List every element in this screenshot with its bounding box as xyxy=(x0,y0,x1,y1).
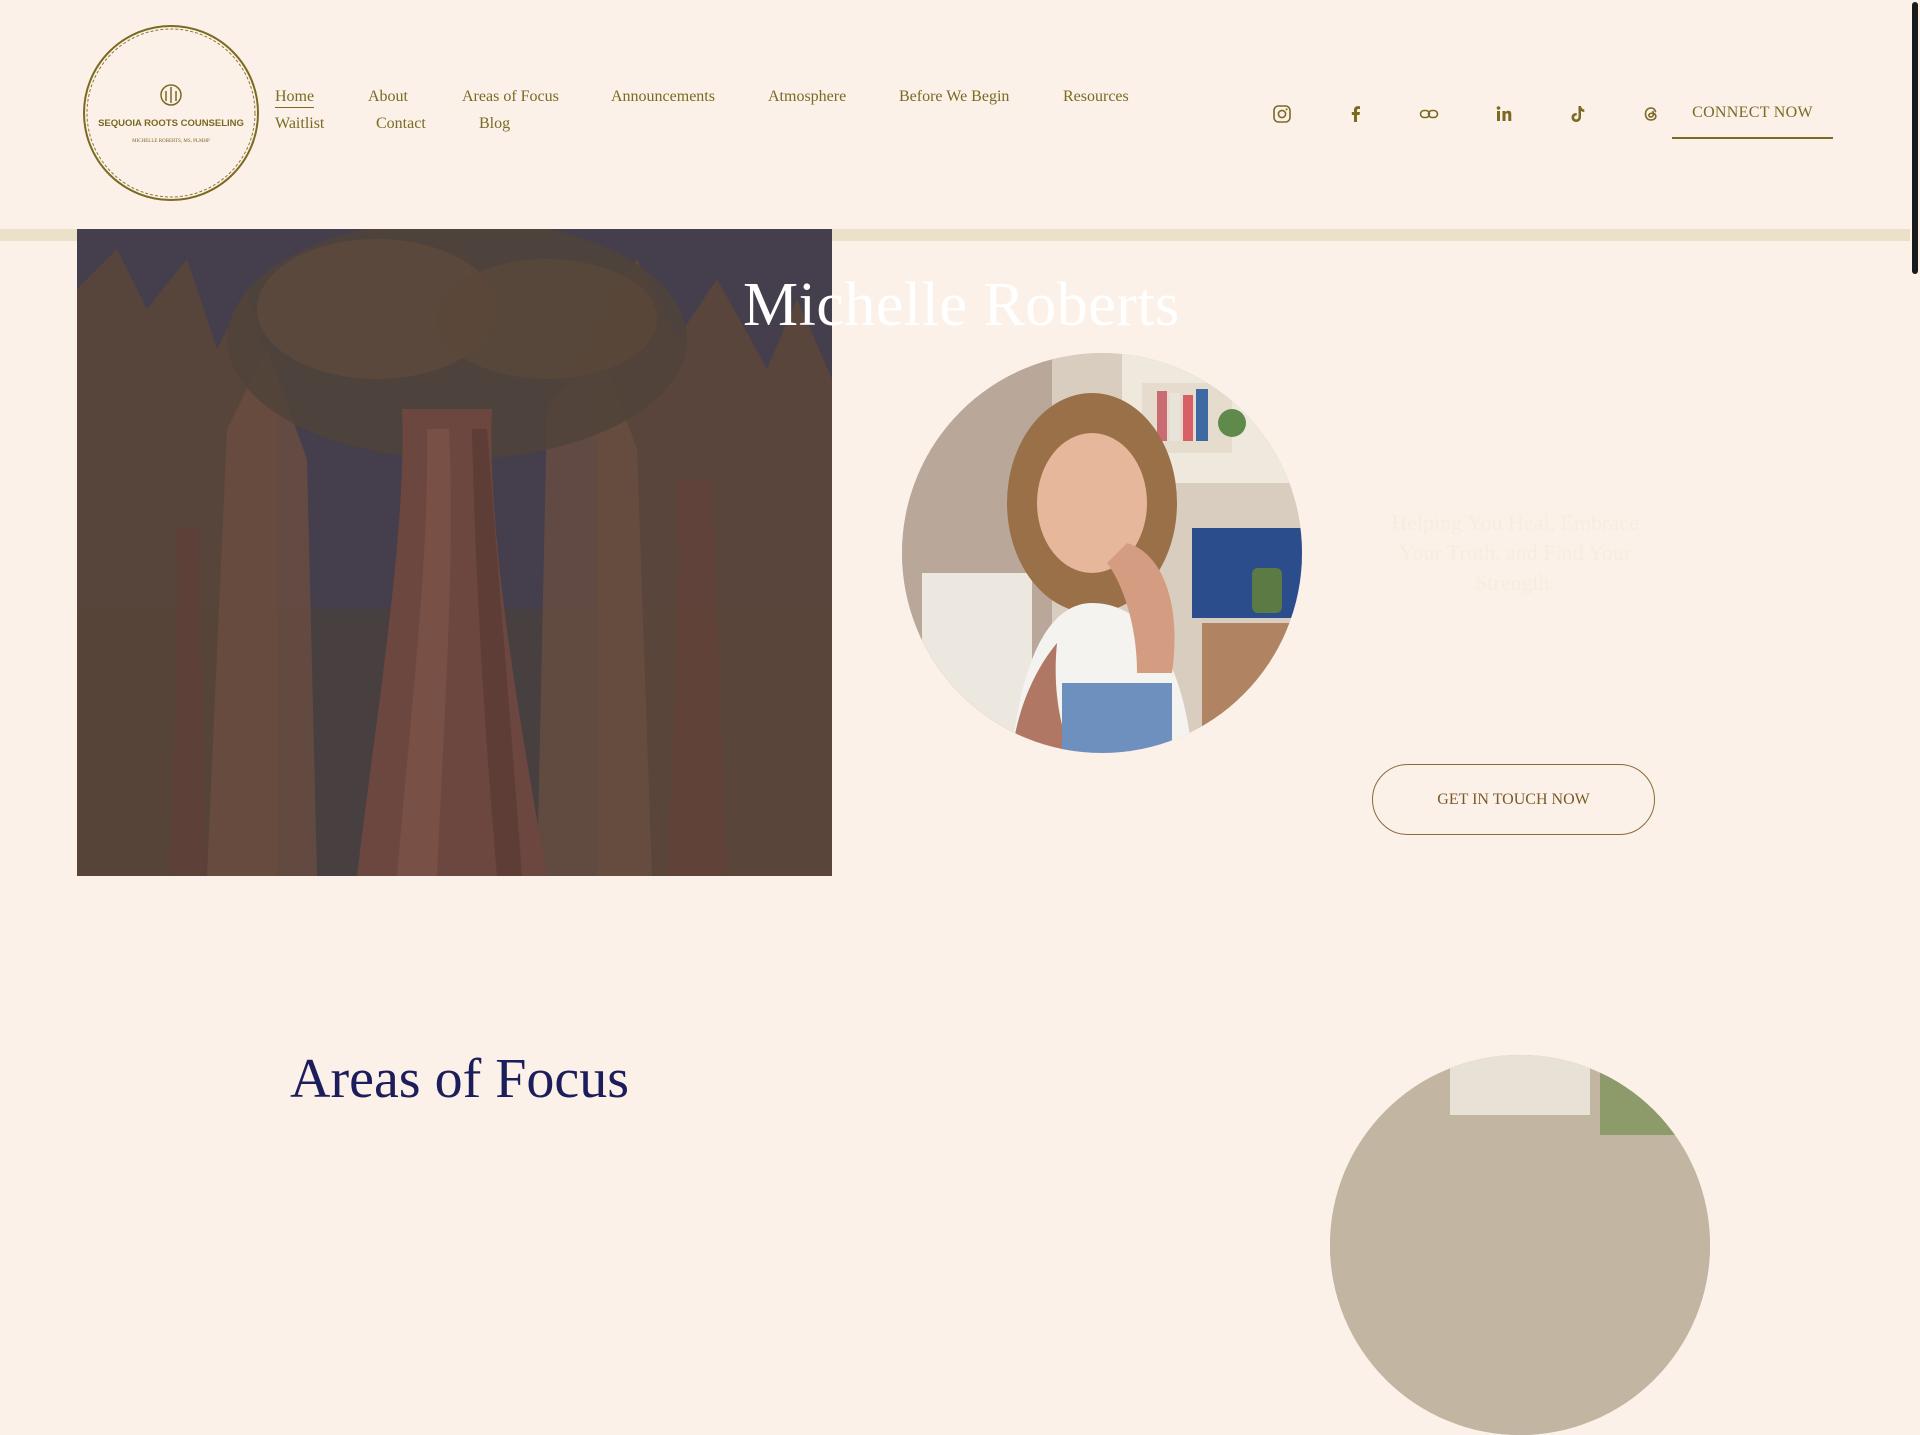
threads-icon[interactable] xyxy=(1641,104,1663,126)
nav-about[interactable]: About xyxy=(368,88,408,106)
nav-blog[interactable]: Blog xyxy=(479,115,510,133)
nav-row-1: Home About Areas of Focus Announcements … xyxy=(275,88,1175,115)
nav-home[interactable]: Home xyxy=(275,88,315,108)
get-in-touch-button[interactable]: GET IN TOUCH NOW xyxy=(1372,764,1655,835)
site-logo[interactable]: SEQUOIA ROOTS COUNSELING MICHELLE ROBERT… xyxy=(80,22,262,204)
scrollbar-thumb[interactable] xyxy=(1912,2,1918,274)
therapist-portrait xyxy=(902,353,1302,753)
areas-of-focus-image xyxy=(1330,1055,1710,1435)
logo-subtitle: MICHELLE ROBERTS, MS, PLMHP xyxy=(132,139,210,144)
nav-waitlist[interactable]: Waitlist xyxy=(275,115,324,133)
nav-resources[interactable]: Resources xyxy=(1063,88,1129,106)
hero-title: Michelle Roberts xyxy=(743,271,1180,339)
linkedin-icon[interactable] xyxy=(1494,104,1516,126)
nav-areas-of-focus[interactable]: Areas of Focus xyxy=(462,88,559,106)
nav-contact[interactable]: Contact xyxy=(376,115,426,133)
logo-emblem: SEQUOIA ROOTS COUNSELING MICHELLE ROBERT… xyxy=(83,25,259,201)
site-header: SEQUOIA ROOTS COUNSELING MICHELLE ROBERT… xyxy=(0,0,1910,229)
instagram-icon[interactable] xyxy=(1272,104,1294,126)
main-nav: Home About Areas of Focus Announcements … xyxy=(275,88,1175,142)
logo-name: SEQUOIA ROOTS COUNSELING xyxy=(98,118,244,129)
tiktok-icon[interactable] xyxy=(1567,104,1589,126)
nav-before-we-begin[interactable]: Before We Begin xyxy=(899,88,1009,106)
nav-announcements[interactable]: Announcements xyxy=(611,88,715,106)
facebook-icon[interactable] xyxy=(1346,104,1368,126)
nav-row-2: Waitlist Contact Blog xyxy=(275,115,1175,142)
hero-sequoia-image xyxy=(77,229,832,876)
link-icon[interactable] xyxy=(1419,104,1441,126)
hero-tagline: Helping You Heal, Embrace Your Truth, an… xyxy=(1391,510,1639,595)
areas-of-focus-heading: Areas of Focus xyxy=(290,1048,630,1110)
connect-now-button[interactable]: CONNECT NOW xyxy=(1672,96,1833,139)
nav-atmosphere[interactable]: Atmosphere xyxy=(768,88,846,106)
